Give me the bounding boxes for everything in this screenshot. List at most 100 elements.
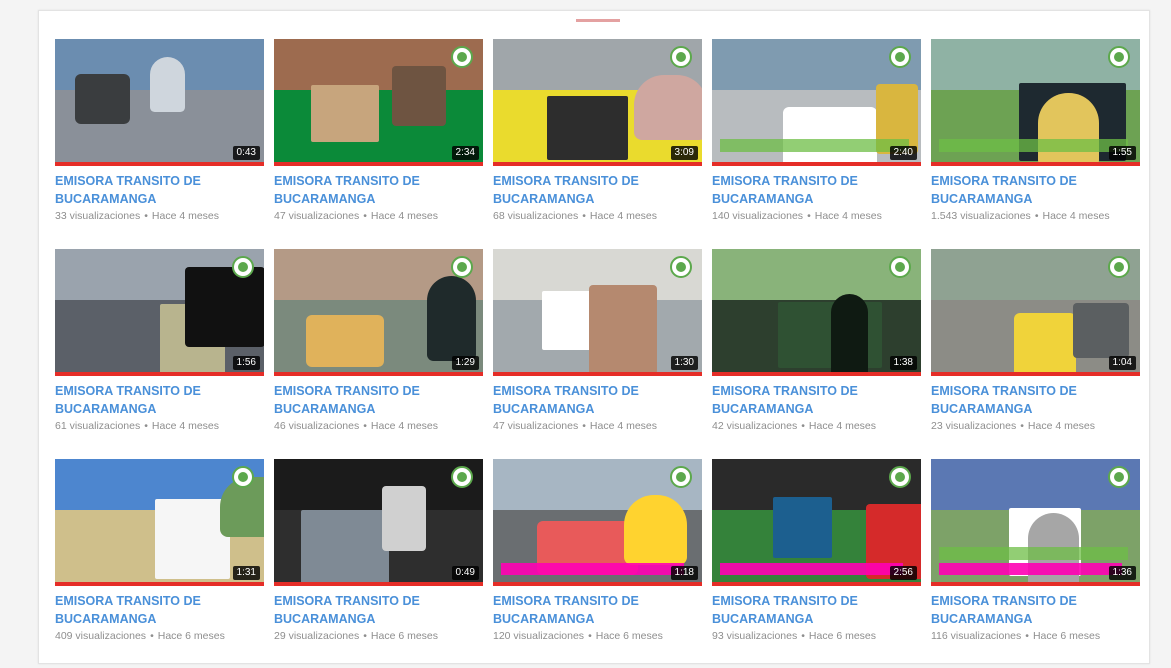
- separator-dot: •: [363, 420, 367, 432]
- channel-logo-icon: [451, 46, 473, 68]
- video-thumbnail[interactable]: 1:38: [712, 249, 921, 376]
- thumbnail-shape: [773, 497, 832, 558]
- video-thumbnail[interactable]: 2:56: [712, 459, 921, 586]
- channel-logo-icon: [1108, 46, 1130, 68]
- thumbnail-shape: [155, 499, 230, 579]
- video-grid: 0:43 EMISORA TRANSITO DE BUCARAMANGA 33 vi…: [55, 39, 1140, 643]
- video-card[interactable]: 2:34 EMISORA TRANSITO DE BUCARAMANGA 47 vi…: [274, 39, 483, 223]
- video-duration: 1:36: [1108, 566, 1136, 580]
- video-thumbnail[interactable]: 1:55: [931, 39, 1140, 166]
- video-thumbnail[interactable]: 3:09: [493, 39, 702, 166]
- video-title-link[interactable]: EMISORA TRANSITO DE BUCARAMANGA: [712, 382, 917, 418]
- channel-logo-icon: [670, 256, 692, 278]
- separator-dot: •: [801, 630, 805, 642]
- watched-progress-bar: [931, 372, 1140, 376]
- video-title-link[interactable]: EMISORA TRANSITO DE BUCARAMANGA: [55, 592, 260, 628]
- video-card[interactable]: 1:36 EMISORA TRANSITO DE BUCARAMANGA 116 v…: [931, 459, 1140, 643]
- view-count: 29 visualizaciones: [274, 630, 360, 642]
- video-thumbnail[interactable]: 2:34: [274, 39, 483, 166]
- video-meta: 33 visualizaciones • Hace 4 meses: [55, 209, 264, 223]
- separator-dot: •: [1020, 420, 1024, 432]
- thumbnail-caption-band: [939, 563, 1122, 575]
- video-meta: 116 visualizaciones • Hace 6 meses: [931, 629, 1140, 643]
- video-thumbnail[interactable]: 1:31: [55, 459, 264, 586]
- video-card[interactable]: 0:49 EMISORA TRANSITO DE BUCARAMANGA 29 vi…: [274, 459, 483, 643]
- thumbnail-shape: [75, 74, 130, 124]
- thumbnail-sky-region: [274, 459, 483, 510]
- video-title-link[interactable]: EMISORA TRANSITO DE BUCARAMANGA: [712, 592, 917, 628]
- separator-dot: •: [363, 630, 367, 642]
- separator-dot: •: [807, 210, 811, 222]
- thumbnail-shape: [382, 486, 426, 551]
- thumbnail-shape: [427, 276, 476, 361]
- video-thumbnail[interactable]: 0:43: [55, 39, 264, 166]
- separator-dot: •: [144, 210, 148, 222]
- video-card[interactable]: 3:09 EMISORA TRANSITO DE BUCARAMANGA 68 vi…: [493, 39, 702, 223]
- watched-progress-bar: [493, 582, 702, 586]
- thumbnail-shape: [301, 510, 389, 586]
- video-title-link[interactable]: EMISORA TRANSITO DE BUCARAMANGA: [931, 382, 1136, 418]
- video-duration: 1:04: [1108, 356, 1136, 370]
- separator-dot: •: [144, 420, 148, 432]
- video-thumbnail[interactable]: 1:04: [931, 249, 1140, 376]
- thumbnail-sky-region: [931, 249, 1140, 300]
- video-card[interactable]: 2:56 EMISORA TRANSITO DE BUCARAMANGA 93 vi…: [712, 459, 921, 643]
- video-thumbnail[interactable]: 1:56: [55, 249, 264, 376]
- channel-logo-icon: [1108, 256, 1130, 278]
- video-duration: 2:34: [451, 146, 479, 160]
- channel-logo-icon: [451, 466, 473, 488]
- video-thumbnail[interactable]: 1:29: [274, 249, 483, 376]
- separator-dot: •: [582, 420, 586, 432]
- video-duration: 1:56: [232, 356, 260, 370]
- watched-progress-bar: [493, 372, 702, 376]
- channel-logo-icon: [232, 466, 254, 488]
- video-card[interactable]: 1:31 EMISORA TRANSITO DE BUCARAMANGA 409 v…: [55, 459, 264, 643]
- thumbnail-caption-band: [501, 563, 684, 575]
- video-thumbnail[interactable]: 2:40: [712, 39, 921, 166]
- video-title-link[interactable]: EMISORA TRANSITO DE BUCARAMANGA: [55, 172, 260, 208]
- thumbnail-caption-band: [720, 563, 903, 575]
- watched-progress-bar: [55, 162, 264, 166]
- thumbnail-shape: [831, 294, 868, 376]
- thumbnail-shape: [150, 57, 185, 112]
- view-count: 120 visualizaciones: [493, 630, 585, 642]
- video-card[interactable]: 1:30 EMISORA TRANSITO DE BUCARAMANGA 47 vi…: [493, 249, 702, 433]
- video-meta: 140 visualizaciones • Hace 4 meses: [712, 209, 921, 223]
- video-thumbnail[interactable]: 0:49: [274, 459, 483, 586]
- video-title-link[interactable]: EMISORA TRANSITO DE BUCARAMANGA: [55, 382, 260, 418]
- video-title-link[interactable]: EMISORA TRANSITO DE BUCARAMANGA: [493, 382, 698, 418]
- video-title-link[interactable]: EMISORA TRANSITO DE BUCARAMANGA: [493, 172, 698, 208]
- view-count: 33 visualizaciones: [55, 210, 141, 222]
- video-title-link[interactable]: EMISORA TRANSITO DE BUCARAMANGA: [712, 172, 917, 208]
- view-count: 93 visualizaciones: [712, 630, 798, 642]
- video-title-link[interactable]: EMISORA TRANSITO DE BUCARAMANGA: [931, 172, 1136, 208]
- video-title-link[interactable]: EMISORA TRANSITO DE BUCARAMANGA: [274, 172, 479, 208]
- video-thumbnail[interactable]: 1:30: [493, 249, 702, 376]
- thumbnail-shape: [589, 285, 657, 375]
- video-title-link[interactable]: EMISORA TRANSITO DE BUCARAMANGA: [274, 382, 479, 418]
- video-card[interactable]: 1:56 EMISORA TRANSITO DE BUCARAMANGA 61 vi…: [55, 249, 264, 433]
- video-card[interactable]: 1:18 EMISORA TRANSITO DE BUCARAMANGA 120 v…: [493, 459, 702, 643]
- video-duration: 1:38: [889, 356, 917, 370]
- view-count: 47 visualizaciones: [274, 210, 360, 222]
- video-title-link[interactable]: EMISORA TRANSITO DE BUCARAMANGA: [274, 592, 479, 628]
- video-meta: 47 visualizaciones • Hace 4 meses: [274, 209, 483, 223]
- upload-age: Hace 6 meses: [370, 630, 439, 642]
- thumbnail-shape: [306, 315, 384, 367]
- video-meta: 68 visualizaciones • Hace 4 meses: [493, 209, 702, 223]
- video-title-link[interactable]: EMISORA TRANSITO DE BUCARAMANGA: [931, 592, 1136, 628]
- video-card[interactable]: 1:29 EMISORA TRANSITO DE BUCARAMANGA 46 vi…: [274, 249, 483, 433]
- video-title-link[interactable]: EMISORA TRANSITO DE BUCARAMANGA: [493, 592, 698, 628]
- upload-age: Hace 4 meses: [808, 420, 877, 432]
- separator-dot: •: [1025, 630, 1029, 642]
- tab-indicator: [576, 19, 620, 22]
- video-card[interactable]: 1:38 EMISORA TRANSITO DE BUCARAMANGA 42 vi…: [712, 249, 921, 433]
- video-meta: 61 visualizaciones • Hace 4 meses: [55, 419, 264, 433]
- video-card[interactable]: 0:43 EMISORA TRANSITO DE BUCARAMANGA 33 vi…: [55, 39, 264, 223]
- video-card[interactable]: 1:04 EMISORA TRANSITO DE BUCARAMANGA 23 vi…: [931, 249, 1140, 433]
- video-thumbnail[interactable]: 1:36: [931, 459, 1140, 586]
- video-card[interactable]: 1:55 EMISORA TRANSITO DE BUCARAMANGA 1.543…: [931, 39, 1140, 223]
- video-thumbnail[interactable]: 1:18: [493, 459, 702, 586]
- watched-progress-bar: [274, 162, 483, 166]
- video-card[interactable]: 2:40 EMISORA TRANSITO DE BUCARAMANGA 140 v…: [712, 39, 921, 223]
